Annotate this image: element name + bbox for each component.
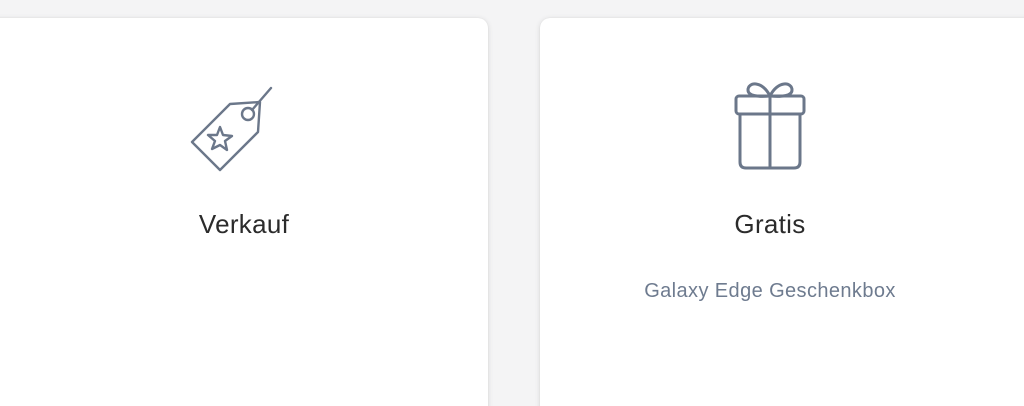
price-tag-star-icon [190, 86, 273, 172]
free-title: Gratis [734, 209, 806, 239]
offer-cards: Verkauf Gratis Galaxy Edge Geschenkbox [0, 0, 1024, 406]
gift-box-icon [734, 82, 806, 170]
free-subtitle: Galaxy Edge Geschenkbox [644, 280, 896, 302]
sale-card[interactable]: Verkauf [0, 18, 488, 406]
sale-title: Verkauf [198, 209, 290, 239]
free-card[interactable]: Gratis Galaxy Edge Geschenkbox [540, 18, 1024, 406]
